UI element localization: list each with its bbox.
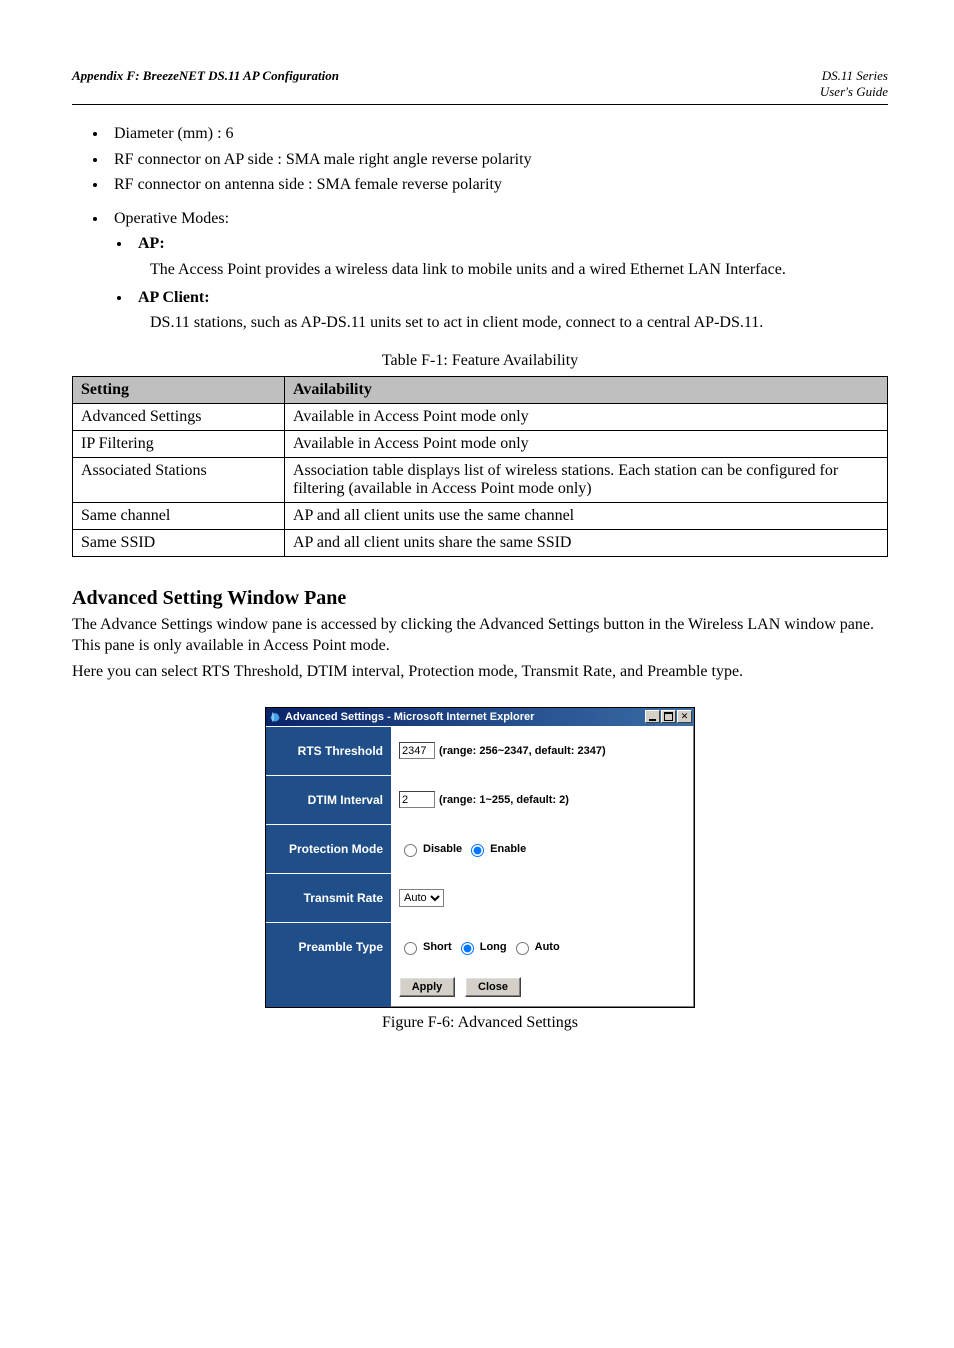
close-button[interactable]: ✕ [677,710,692,723]
row-dtim: DTIM Interval (range: 1~255, default: 2) [266,775,694,824]
header-right: DS.11 Series User's Guide [820,68,888,100]
table-row: Associated Stations Association table di… [73,457,888,502]
table-row: Same SSID AP and all client units share … [73,529,888,556]
table-row: Advanced Settings Available in Access Po… [73,403,888,430]
spec-list: Diameter (mm) : 6 RF connector on AP sid… [108,123,888,196]
row-txrate: Transmit Rate Auto [266,873,694,922]
ie-icon [269,711,281,723]
maximize-button[interactable] [661,710,676,723]
table-title: Table F-1: Feature Availability [72,352,888,370]
titlebar: Advanced Settings - Microsoft Internet E… [266,708,694,726]
table-row: IP Filtering Available in Access Point m… [73,430,888,457]
minimize-button[interactable] [645,710,660,723]
preamble-short-radio[interactable]: Short [399,939,452,955]
txrate-select[interactable]: Auto [399,889,444,907]
mode-item: AP Client: [132,287,888,309]
label-rts: RTS Threshold [266,727,391,775]
mode-item: AP: [132,233,888,255]
button-row: Apply Close [266,971,694,1007]
feature-table: Setting Availability Advanced Settings A… [72,376,888,557]
operative-modes-label: Operative Modes: [108,208,888,230]
row-protection: Protection Mode Disable Enable [266,824,694,873]
row-rts: RTS Threshold (range: 256~2347, default:… [266,726,694,775]
row-preamble: Preamble Type Short Long Auto [266,922,694,971]
rts-input[interactable] [399,742,435,759]
label-protection: Protection Mode [266,825,391,873]
mode-text: The Access Point provides a wireless dat… [150,259,888,281]
figure-caption: Figure F-6: Advanced Settings [72,1014,888,1032]
table-header: Setting [73,376,285,403]
paragraph: Here you can select RTS Threshold, DTIM … [72,661,888,683]
header-left: Appendix F: BreezeNET DS.11 AP Configura… [72,68,339,84]
close-button-form[interactable]: Close [465,977,521,997]
label-dtim: DTIM Interval [266,776,391,824]
window: Advanced Settings - Microsoft Internet E… [265,707,695,1008]
paragraph: The Advance Settings window pane is acce… [72,614,888,657]
mode-text: DS.11 stations, such as AP-DS.11 units s… [150,312,888,334]
window-title: Advanced Settings - Microsoft Internet E… [285,711,645,723]
apply-button[interactable]: Apply [399,977,455,997]
preamble-auto-radio[interactable]: Auto [511,939,560,955]
spec-item: RF connector on antenna side : SMA femal… [108,174,888,196]
label-preamble: Preamble Type [266,923,391,971]
modes-list: AP: [132,233,888,255]
spec-item: RF connector on AP side : SMA male right… [108,149,888,171]
dtim-hint: (range: 1~255, default: 2) [439,794,569,806]
section-heading: Advanced Setting Window Pane [72,587,888,610]
header-rule [72,104,888,105]
label-txrate: Transmit Rate [266,874,391,922]
protection-disable-radio[interactable]: Disable [399,841,462,857]
table-header: Availability [285,376,888,403]
preamble-long-radio[interactable]: Long [456,939,507,955]
modes-outer-list: Operative Modes: [108,208,888,230]
rts-hint: (range: 256~2347, default: 2347) [439,745,606,757]
protection-enable-radio[interactable]: Enable [466,841,526,857]
dtim-input[interactable] [399,791,435,808]
spec-item: Diameter (mm) : 6 [108,123,888,145]
table-row: Same channel AP and all client units use… [73,502,888,529]
modes-list: AP Client: [132,287,888,309]
figure-wrap: Advanced Settings - Microsoft Internet E… [72,707,888,1008]
